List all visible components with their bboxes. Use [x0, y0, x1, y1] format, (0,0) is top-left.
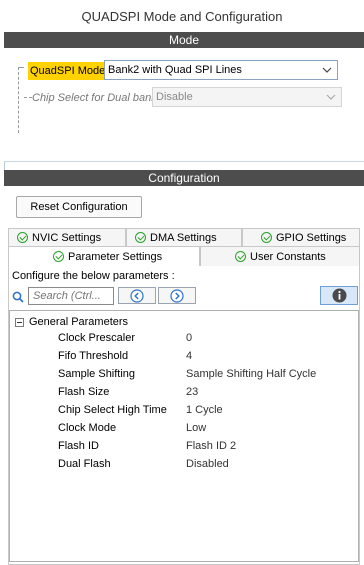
param-value: Disabled	[186, 458, 229, 470]
quadspi-mode-label: QuadSPI Mode	[28, 62, 108, 80]
param-value: 0	[186, 332, 193, 344]
param-name: Clock Mode	[58, 422, 117, 434]
collapse-icon[interactable]	[15, 317, 24, 327]
table-row[interactable]: Flash ID Flash ID 2	[10, 438, 358, 456]
chip-select-value: Disable	[156, 91, 193, 103]
parameter-tree: General Parameters Clock Prescaler 0 Fif…	[9, 310, 359, 562]
chip-select-select[interactable]: Disable	[152, 87, 342, 107]
tab-label: User Constants	[250, 250, 326, 263]
param-value: 4	[186, 350, 193, 362]
param-name: Flash ID	[58, 440, 99, 452]
search-input[interactable]	[28, 287, 114, 305]
param-name: Flash Size	[58, 386, 110, 398]
mode-header: Mode	[4, 32, 364, 48]
check-circle-icon	[261, 232, 272, 243]
param-value: Flash ID 2	[186, 440, 237, 452]
search-next-button[interactable]	[158, 287, 196, 304]
search-icon[interactable]	[12, 291, 24, 303]
configuration-panel: Configuration Reset Configuration NVIC S…	[4, 170, 364, 565]
param-value: 23	[186, 386, 199, 398]
param-name: Dual Flash	[58, 458, 111, 470]
tab-nvic-settings[interactable]: NVIC Settings	[8, 228, 126, 246]
arrow-left-icon	[130, 288, 144, 303]
tab-label: NVIC Settings	[32, 231, 102, 244]
info-button[interactable]	[320, 286, 358, 305]
chip-select-label: Chip Select for Dual bank	[32, 92, 157, 104]
check-circle-icon	[235, 251, 246, 262]
parameter-area: Configure the below parameters : Search …	[8, 266, 360, 565]
param-name: Sample Shifting	[58, 368, 136, 380]
param-value: 1 Cycle	[186, 404, 223, 416]
tree-group-label: General Parameters	[29, 316, 129, 328]
param-value: Low	[186, 422, 207, 434]
tab-label: GPIO Settings	[276, 231, 347, 244]
tab-label: DMA Settings	[150, 231, 217, 244]
arrow-right-icon	[170, 288, 184, 303]
param-name: Chip Select High Time	[58, 404, 167, 416]
chevron-down-icon	[326, 94, 336, 100]
table-row[interactable]: Dual Flash Disabled	[10, 456, 358, 474]
tab-parameter-settings[interactable]: Parameter Settings	[8, 246, 200, 266]
reset-configuration-button[interactable]: Reset Configuration	[16, 196, 142, 218]
tree-group-general[interactable]: General Parameters	[15, 315, 128, 329]
table-row[interactable]: Flash Size 23	[10, 384, 358, 402]
window-title: QUADSPI Mode and Configuration	[0, 0, 364, 32]
check-circle-icon	[53, 251, 64, 262]
param-name: Clock Prescaler	[58, 332, 136, 344]
tab-label: Parameter Settings	[68, 250, 163, 263]
search-previous-button[interactable]	[118, 287, 156, 304]
check-circle-icon	[135, 232, 146, 243]
chevron-down-icon	[322, 67, 332, 73]
table-row[interactable]: Chip Select High Time 1 Cycle	[10, 402, 358, 420]
table-row[interactable]: Fifo Threshold 4	[10, 348, 358, 366]
tree-connector	[24, 97, 32, 98]
quadspi-mode-select[interactable]: Bank2 with Quad SPI Lines	[104, 60, 338, 80]
check-circle-icon	[17, 232, 28, 243]
param-name: Fifo Threshold	[58, 350, 129, 362]
tab-gpio-settings[interactable]: GPIO Settings	[242, 228, 360, 246]
tab-dma-settings[interactable]: DMA Settings	[126, 228, 242, 246]
table-row[interactable]: Sample Shifting Sample Shifting Half Cyc…	[10, 366, 358, 384]
param-value: Sample Shifting Half Cycle	[186, 368, 317, 380]
tab-user-constants[interactable]: User Constants	[200, 246, 360, 266]
table-row[interactable]: Clock Prescaler 0	[10, 330, 358, 348]
mode-group: QuadSPI Mode Bank2 with Quad SPI Lines C…	[18, 58, 348, 136]
info-icon	[332, 288, 346, 303]
mode-panel: Mode QuadSPI Mode Bank2 with Quad SPI Li…	[4, 32, 364, 162]
table-row[interactable]: Clock Mode Low	[10, 420, 358, 438]
quadspi-mode-value: Bank2 with Quad SPI Lines	[108, 64, 242, 76]
configuration-header: Configuration	[4, 170, 364, 186]
configure-hint: Configure the below parameters :	[12, 270, 175, 282]
tree-bracket	[18, 67, 24, 133]
